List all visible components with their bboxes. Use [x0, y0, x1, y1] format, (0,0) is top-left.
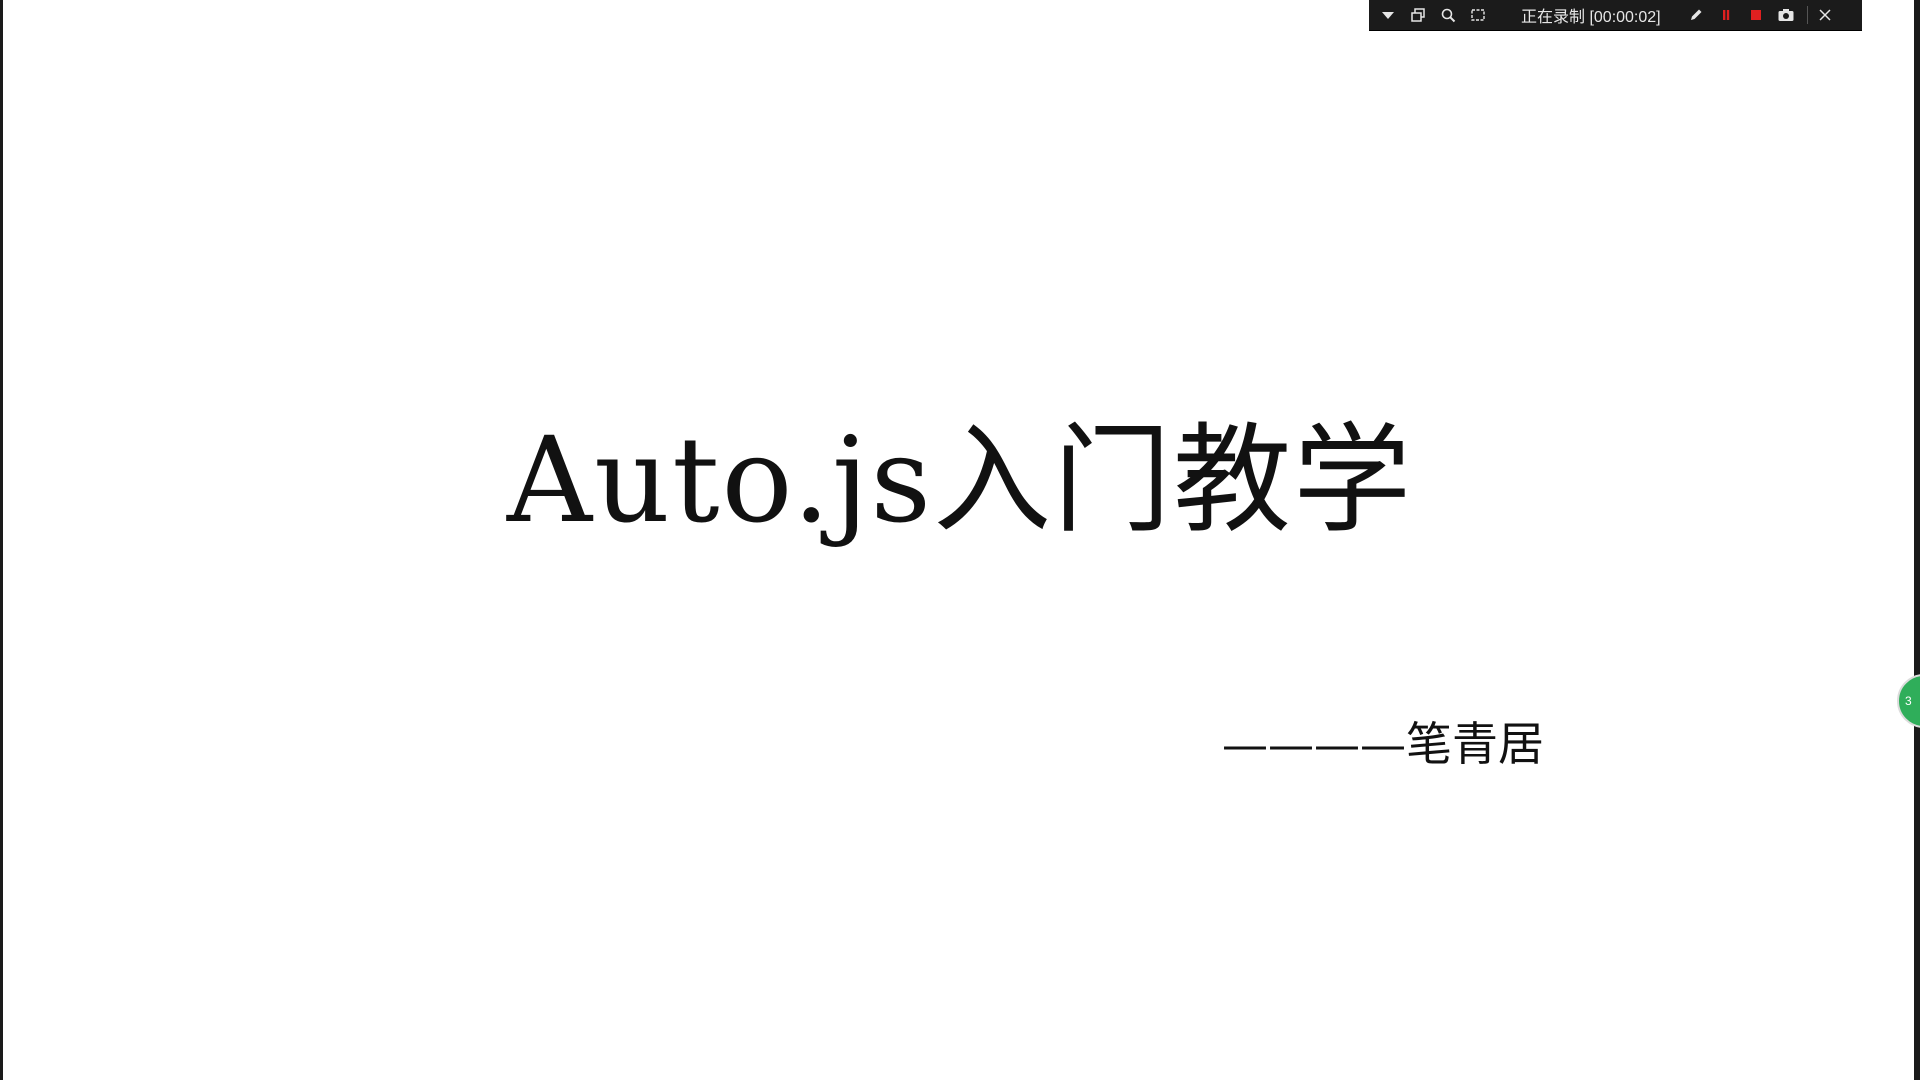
camera-icon[interactable] — [1775, 4, 1797, 26]
stop-icon[interactable] — [1745, 4, 1767, 26]
window-icon[interactable] — [1407, 4, 1429, 26]
recording-toolbar: 正在录制 [00:00:02] — [1369, 0, 1862, 31]
region-icon[interactable] — [1467, 4, 1489, 26]
magnifier-icon[interactable] — [1437, 4, 1459, 26]
close-icon[interactable] — [1814, 4, 1836, 26]
recording-status: 正在录制 [00:00:02] — [1521, 9, 1661, 26]
pen-icon[interactable] — [1685, 4, 1707, 26]
side-badge-label: 3 — [1905, 694, 1912, 708]
slide-title: Auto.js入门教学 — [506, 411, 1414, 549]
floating-side-badge[interactable]: 3 — [1897, 674, 1920, 728]
toolbar-separator — [1806, 6, 1808, 24]
pause-icon[interactable] — [1715, 4, 1737, 26]
chevron-down-icon[interactable] — [1377, 4, 1399, 26]
screen: 正在录制 [00:00:02] Auto.js入门教学 ————笔青居 3 — [0, 0, 1920, 1080]
slide-author: ————笔青居 — [1222, 717, 1544, 771]
